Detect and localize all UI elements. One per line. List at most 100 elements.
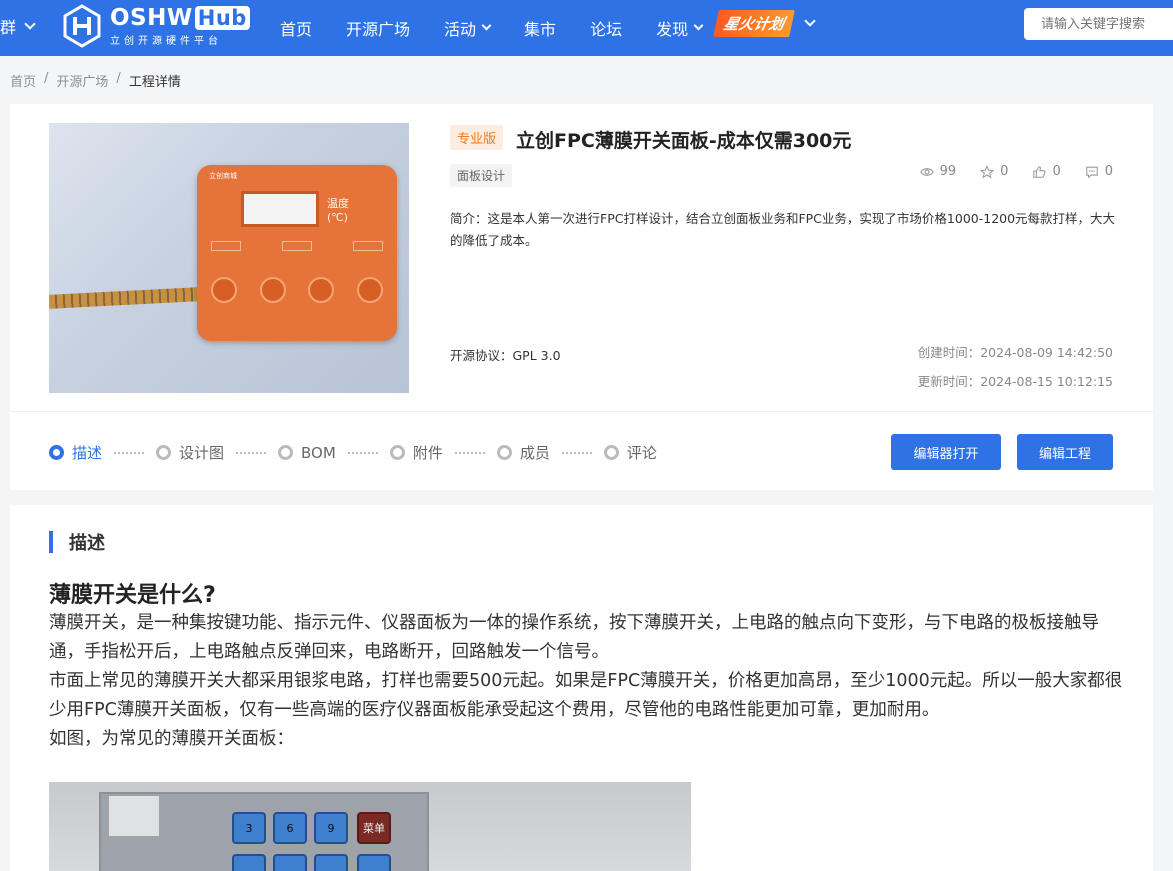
breadcrumb-separator: /	[44, 71, 49, 86]
radio-dot-icon	[49, 445, 64, 460]
panel-lcd-window	[241, 191, 319, 227]
membrane-switch-photo[interactable]: 3 6 9 菜单	[49, 782, 691, 871]
tab-comments[interactable]: 评论	[603, 442, 657, 463]
logo-hexagon-icon	[63, 4, 101, 48]
tab-members[interactable]: 成员	[496, 442, 550, 463]
article-heading: 薄膜开关是什么?	[49, 583, 216, 608]
nav-item-open-square[interactable]: 开源广场	[346, 16, 410, 40]
radio-dot-icon	[389, 445, 405, 460]
description-section: 描述 薄膜开关是什么? 薄膜开关，是一种集按键功能、指示元件、仪器面板为一体的操…	[10, 505, 1153, 871]
article-paragraph: 如图，为常见的薄膜开关面板：	[49, 729, 294, 749]
chevron-down-icon	[24, 17, 36, 30]
tab-label: BOM	[301, 443, 336, 462]
photo-key	[314, 854, 348, 871]
photo-key: 菜单	[357, 812, 391, 844]
nav-item-activities[interactable]: 活动	[444, 16, 492, 40]
tab-connector	[454, 451, 485, 454]
article-body: 薄膜开关，是一种集按键功能、指示元件、仪器面板为一体的操作系统，按下薄膜开关，上…	[49, 609, 1129, 754]
nav-item-home[interactable]: 首页	[280, 16, 312, 40]
tab-label: 设计图	[179, 444, 225, 462]
photo-key	[273, 854, 307, 871]
license-info: 开源协议：GPL 3.0	[450, 348, 561, 363]
star-stat[interactable]: 0	[980, 164, 1008, 179]
spark-plan-badge: 星火计划	[713, 10, 795, 37]
logo-text-main: OSHW	[110, 5, 193, 31]
edit-project-button[interactable]: 编辑工程	[1017, 434, 1113, 470]
tab-bom[interactable]: BOM	[278, 444, 336, 462]
chevron-down-icon	[804, 15, 816, 27]
nav-item-market[interactable]: 集市	[524, 16, 556, 40]
card-divider	[10, 411, 1153, 412]
photo-key	[232, 854, 266, 871]
chevron-down-icon	[481, 20, 492, 31]
logo[interactable]: OSHW Hub 立创开源硬件平台	[62, 4, 250, 48]
nav-label: 发现	[656, 20, 689, 39]
spark-plan-menu[interactable]: 星火计划	[713, 10, 816, 37]
nav-label: 集市	[524, 20, 557, 39]
project-stats: 99 0 0 0	[919, 164, 1113, 179]
radio-dot-icon	[496, 445, 512, 460]
nav-item-discover[interactable]: 发现	[656, 16, 704, 40]
edition-badge: 专业版	[450, 125, 504, 150]
tab-connector	[114, 451, 145, 454]
stars-count: 0	[1000, 164, 1009, 179]
updated-time: 更新时间：2024-08-15 10:12:15	[917, 374, 1113, 389]
breadcrumb-current: 工程详情	[128, 75, 181, 90]
photo-glare	[109, 796, 159, 836]
project-cover-image[interactable]: 立创商城 温度 (℃)	[49, 123, 409, 393]
category-tag[interactable]: 面板设计	[450, 164, 513, 187]
photo-key: 6	[273, 812, 307, 844]
breadcrumb-home[interactable]: 首页	[10, 71, 36, 90]
breadcrumb-open-square[interactable]: 开源广场	[56, 71, 108, 90]
likes-count: 0	[1052, 164, 1061, 179]
article-paragraph: 市面上常见的薄膜开关大都采用银浆电路，打样也需要500元起。如果是FPC薄膜开关…	[49, 671, 1123, 720]
tab-connector	[236, 451, 267, 454]
group-dropdown[interactable]: 群	[0, 14, 36, 38]
tab-connector	[561, 451, 592, 454]
project-title: 立创FPC薄膜开关面板-成本仅需300元	[516, 130, 852, 152]
group-label: 群	[0, 18, 17, 37]
logo-subtitle: 立创开源硬件平台	[110, 36, 222, 47]
breadcrumb-separator: /	[116, 71, 121, 86]
photo-key	[357, 854, 391, 871]
tab-label: 成员	[519, 444, 550, 462]
section-accent-bar	[49, 531, 53, 553]
views-count: 99	[939, 164, 957, 179]
logo-text-hub: Hub	[194, 6, 250, 30]
open-in-editor-button[interactable]: 编辑器打开	[891, 434, 1001, 470]
main-nav: 首页 开源广场 活动 集市 论坛 发现	[280, 0, 736, 56]
nav-label: 论坛	[590, 20, 623, 39]
nav-label: 首页	[280, 20, 313, 39]
search-input[interactable]	[1024, 8, 1173, 40]
photo-key: 9	[314, 812, 348, 844]
tab-design-drawing[interactable]: 设计图	[156, 442, 224, 463]
project-intro: 简介：这是本人第一次进行FPC打样设计，结合立创面板业务和FPC业务，实现了市场…	[450, 211, 1116, 248]
breadcrumb: 首页 / 开源广场 / 工程详情	[10, 71, 181, 90]
created-time: 创建时间：2024-08-09 14:42:50	[917, 345, 1113, 360]
thumbs-up-icon	[1033, 165, 1046, 178]
tab-label: 描述	[72, 444, 103, 462]
section-header: 描述	[49, 529, 105, 555]
comment-stat[interactable]: 0	[1085, 164, 1113, 179]
section-title: 描述	[69, 533, 105, 554]
eye-icon	[919, 167, 934, 176]
article-paragraph: 薄膜开关，是一种集按键功能、指示元件、仪器面板为一体的操作系统，按下薄膜开关，上…	[49, 613, 1099, 662]
chevron-down-icon	[693, 20, 704, 31]
panel-mode-buttons	[211, 241, 383, 251]
like-stat[interactable]: 0	[1032, 164, 1061, 179]
fpc-cable	[49, 287, 200, 309]
tab-connector	[347, 451, 378, 454]
photo-key: 3	[232, 812, 266, 844]
tab-attachments[interactable]: 附件	[389, 442, 443, 463]
nav-item-forum[interactable]: 论坛	[590, 16, 622, 40]
comment-icon	[1085, 166, 1098, 178]
radio-dot-icon	[603, 445, 619, 460]
membrane-panel: 立创商城 温度 (℃)	[197, 165, 397, 341]
views-stat: 99	[919, 164, 957, 179]
tab-label: 附件	[412, 444, 443, 462]
tab-description[interactable]: 描述	[49, 442, 102, 463]
comments-count: 0	[1104, 164, 1113, 179]
project-card: 立创商城 温度 (℃) 专业版 立创FPC薄膜开关面板-成本仅需300元 面板设计…	[10, 104, 1153, 490]
panel-temp-label: 温度 (℃)	[327, 197, 349, 224]
nav-label: 开源广场	[346, 20, 411, 39]
